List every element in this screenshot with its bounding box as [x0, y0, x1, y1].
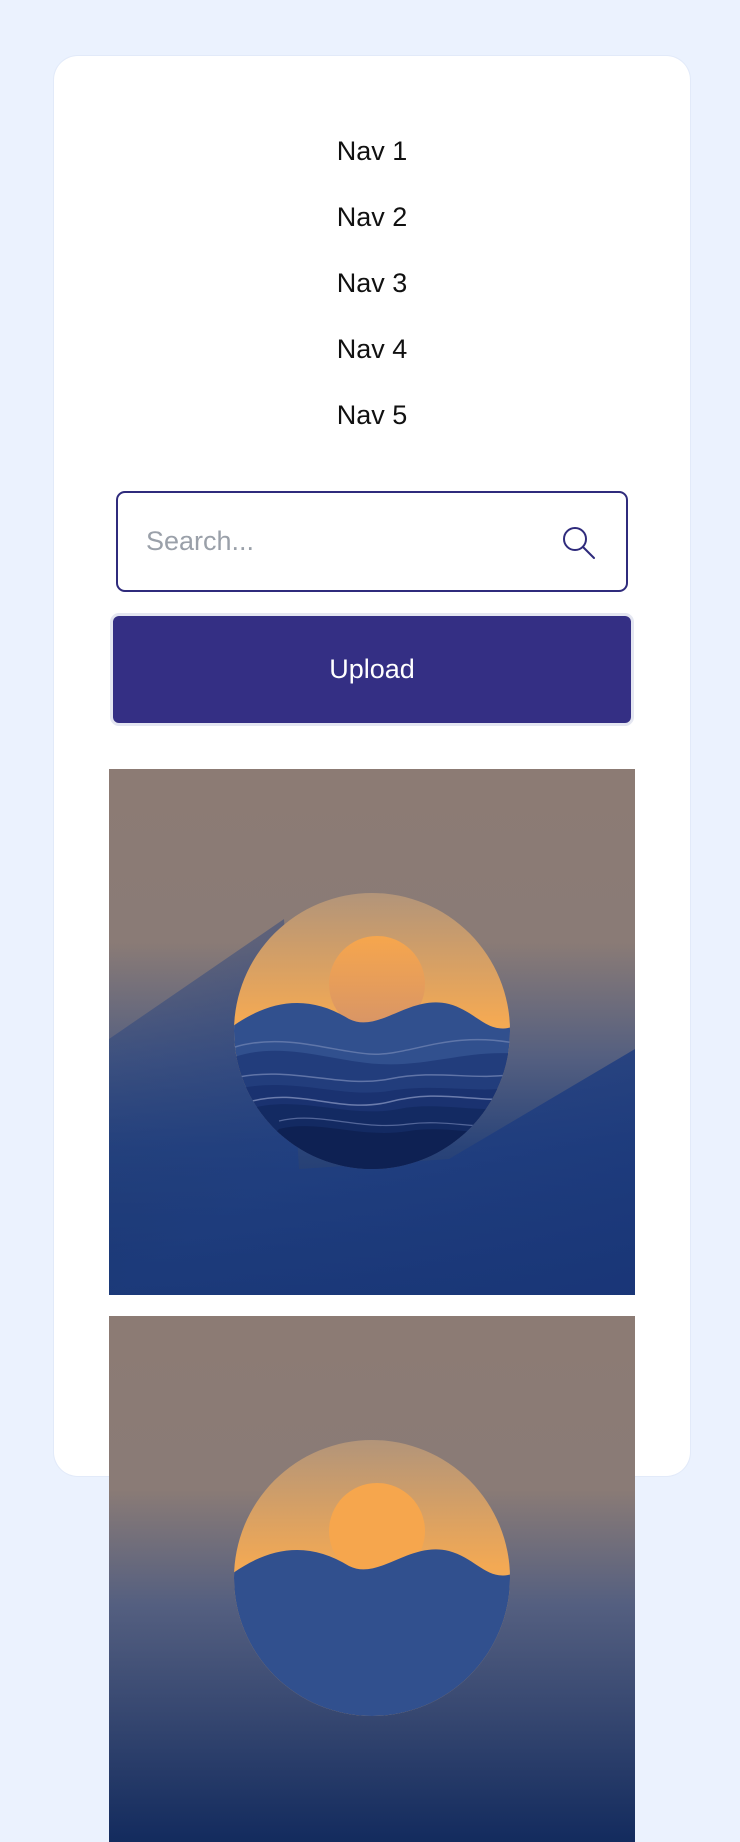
nav-item-4[interactable]: Nav 4: [54, 316, 690, 382]
search-input[interactable]: [118, 493, 566, 590]
nav-menu: Nav 1 Nav 2 Nav 3 Nav 4 Nav 5: [54, 118, 690, 448]
search-icon[interactable]: [561, 525, 597, 561]
nav-item-1[interactable]: Nav 1: [54, 118, 690, 184]
upload-button[interactable]: Upload: [110, 613, 634, 726]
nav-item-2[interactable]: Nav 2: [54, 184, 690, 250]
gallery-image-2[interactable]: [109, 1316, 635, 1842]
nav-item-5[interactable]: Nav 5: [54, 382, 690, 448]
upload-button-label: Upload: [113, 616, 631, 723]
search-box: [116, 491, 628, 592]
gallery-image-1[interactable]: [109, 769, 635, 1295]
main-card: Nav 1 Nav 2 Nav 3 Nav 4 Nav 5 Upload: [54, 56, 690, 1842]
nav-item-3[interactable]: Nav 3: [54, 250, 690, 316]
